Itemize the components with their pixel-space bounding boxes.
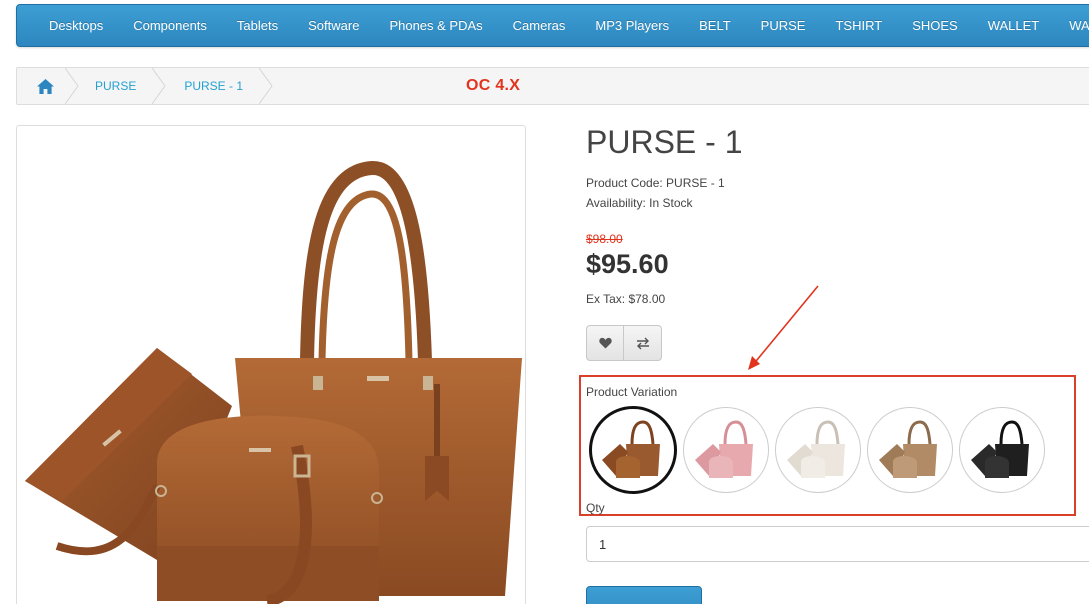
- add-to-wishlist-button[interactable]: [586, 325, 624, 361]
- breadcrumb-label: PURSE - 1: [184, 79, 244, 93]
- menu-item-phones[interactable]: Phones & PDAs: [374, 4, 497, 47]
- menu-item-purse[interactable]: PURSE: [746, 4, 821, 47]
- compare-button[interactable]: [624, 325, 662, 361]
- purse-thumb: [971, 420, 1029, 478]
- old-price: $98.00: [586, 232, 623, 246]
- home-icon: [36, 78, 54, 94]
- menu-item-watch[interactable]: WATCH: [1054, 4, 1089, 47]
- annotation-arrow: [748, 285, 819, 370]
- heart-icon: [598, 337, 612, 349]
- product-code: Product Code: PURSE - 1: [586, 176, 725, 190]
- breadcrumb-separator: [259, 68, 273, 104]
- menu-item-desktops[interactable]: Desktops: [34, 4, 118, 47]
- menu-item-components[interactable]: Components: [118, 4, 222, 47]
- breadcrumb: PURSE PURSE - 1: [16, 67, 1089, 105]
- price: $95.60: [586, 249, 669, 279]
- variation-swatch-black[interactable]: [959, 407, 1045, 493]
- variation-swatch-brown[interactable]: [589, 406, 677, 494]
- breadcrumb-label: PURSE: [95, 79, 137, 93]
- product-actions: [586, 325, 662, 361]
- purse-thumb: [602, 420, 660, 478]
- variation-swatches: [589, 406, 1051, 494]
- menu-item-software[interactable]: Software: [293, 4, 374, 47]
- menu-item-belt[interactable]: BELT: [684, 4, 746, 47]
- menu-item-cameras[interactable]: Cameras: [498, 4, 581, 47]
- purse-set-illustration: [25, 161, 522, 604]
- product-image[interactable]: [16, 125, 526, 604]
- purse-thumb: [879, 420, 937, 478]
- product-availability: Availability: In Stock: [586, 196, 693, 210]
- variation-swatch-taupe[interactable]: [867, 407, 953, 493]
- menu-item-mp3-players[interactable]: MP3 Players: [580, 4, 684, 47]
- menu-item-tablets[interactable]: Tablets: [222, 4, 293, 47]
- menu-item-tshirt[interactable]: TSHIRT: [820, 4, 897, 47]
- exchange-icon: [636, 337, 649, 349]
- menu-item-wallet[interactable]: WALLET: [973, 4, 1055, 47]
- product-title: PURSE - 1: [586, 124, 743, 160]
- breadcrumb-item-purse[interactable]: PURSE: [73, 68, 166, 104]
- ex-tax-price: Ex Tax: $78.00: [586, 292, 666, 306]
- variation-swatch-pink[interactable]: [683, 407, 769, 493]
- variation-label: Product Variation: [586, 385, 678, 399]
- menu-item-shoes[interactable]: SHOES: [897, 4, 973, 47]
- qty-input[interactable]: [586, 526, 1089, 562]
- add-to-cart-button[interactable]: [586, 586, 702, 604]
- breadcrumb-item-purse-1[interactable]: PURSE - 1: [162, 68, 273, 104]
- qty-label: Qty: [586, 501, 605, 515]
- breadcrumb-home[interactable]: [17, 68, 79, 104]
- variation-swatch-white[interactable]: [775, 407, 861, 493]
- main-menu: Desktops Components Tablets Software Pho…: [16, 4, 1089, 47]
- purse-thumb: [695, 420, 753, 478]
- version-annotation: OC 4.X: [466, 77, 521, 94]
- purse-thumb: [787, 420, 845, 478]
